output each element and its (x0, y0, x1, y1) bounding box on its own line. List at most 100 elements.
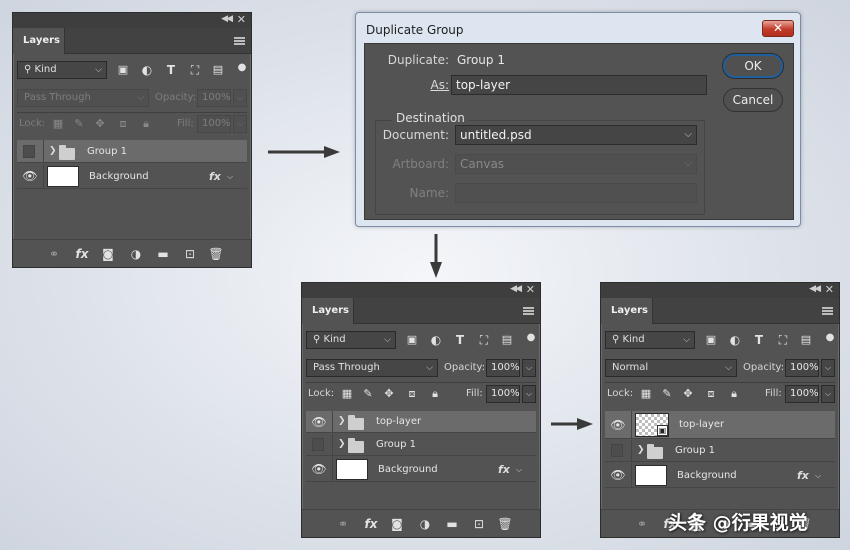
close-icon[interactable]: ✕ (526, 283, 535, 296)
link-icon[interactable]: ⚭ (45, 245, 63, 263)
type-filter-icon[interactable]: T (162, 61, 180, 79)
trash-icon[interactable]: 🗑︎ (496, 515, 514, 533)
layer-row[interactable]: 👁︎ ❯ top-layer (306, 411, 536, 433)
adjustment-filter-icon[interactable]: ◐ (138, 61, 156, 79)
lock-brush-icon[interactable]: ✎ (658, 385, 676, 403)
chevron-right-icon[interactable]: ❯ (637, 445, 645, 455)
lock-transparent-icon[interactable]: ▦ (49, 115, 67, 133)
layer-row[interactable]: ❯ Group 1 (306, 434, 536, 456)
shape-filter-icon[interactable]: ⛶ (186, 61, 204, 79)
image-filter-icon[interactable]: ▣ (702, 331, 720, 349)
type-filter-icon[interactable]: T (451, 331, 469, 349)
smart-object-filter-icon[interactable]: ▤ (498, 331, 516, 349)
eye-icon[interactable]: 👁︎ (609, 416, 627, 434)
ok-button[interactable]: OK (723, 54, 783, 78)
filter-toggle-icon[interactable]: ● (821, 329, 839, 347)
layer-row[interactable]: 👁︎ ▣ top-layer (605, 411, 835, 439)
opacity-dropdown[interactable]: ⌵ (821, 359, 835, 377)
chevron-down-icon[interactable]: ⌵ (227, 164, 233, 189)
fx-icon[interactable]: fx (362, 515, 380, 533)
fx-icon[interactable]: fx (498, 457, 510, 482)
chevron-right-icon[interactable]: ❯ (49, 146, 57, 156)
link-icon[interactable]: ⚭ (633, 515, 651, 533)
opacity-field[interactable]: 100% (486, 359, 520, 377)
lock-brush-icon[interactable]: ✎ (70, 115, 88, 133)
tab-layers[interactable]: Layers (601, 298, 653, 324)
panel-menu-icon[interactable] (523, 307, 534, 315)
visibility-toggle-off[interactable] (611, 444, 623, 457)
fx-icon[interactable]: fx (73, 245, 91, 263)
lock-move-icon[interactable]: ✥ (380, 385, 398, 403)
smart-object-filter-icon[interactable]: ▤ (797, 331, 815, 349)
cancel-button[interactable]: Cancel (723, 88, 783, 112)
filter-toggle-icon[interactable]: ● (233, 59, 251, 77)
collapse-icon[interactable]: ◀◀ (809, 284, 821, 294)
mask-icon[interactable]: ◙ (99, 245, 117, 263)
fill-field[interactable]: 100% (486, 385, 520, 403)
lock-all-icon[interactable]: 🔒︎ (725, 385, 743, 403)
lock-transparent-icon[interactable]: ▦ (338, 385, 356, 403)
layer-row[interactable]: 👁︎ Background fx ⌵ (306, 457, 536, 482)
close-button[interactable]: ✕ (762, 20, 794, 37)
collapse-icon[interactable]: ◀◀ (221, 14, 233, 24)
fill-field[interactable]: 100% (785, 385, 819, 403)
filter-kind-select[interactable]: ⚲ Kind ⌵ (17, 61, 107, 79)
opacity-field[interactable]: 100% (197, 89, 231, 107)
new-group-icon[interactable]: ▬ (443, 515, 461, 533)
chevron-down-icon[interactable]: ⌵ (516, 457, 522, 482)
collapse-icon[interactable]: ◀◀ (510, 284, 522, 294)
fill-dropdown[interactable]: ⌵ (522, 385, 536, 403)
eye-icon[interactable]: 👁︎ (310, 413, 328, 431)
layer-row[interactable]: 👁︎ Background fx ⌵ (605, 463, 835, 488)
lock-all-icon[interactable]: 🔒︎ (137, 115, 155, 133)
trash-icon[interactable]: 🗑︎ (207, 245, 225, 263)
as-input[interactable]: top-layer (451, 75, 707, 95)
image-filter-icon[interactable]: ▣ (114, 61, 132, 79)
adjustment-filter-icon[interactable]: ◐ (427, 331, 445, 349)
opacity-dropdown[interactable]: ⌵ (522, 359, 536, 377)
fx-icon[interactable]: fx (209, 164, 221, 189)
chevron-right-icon[interactable]: ❯ (338, 439, 346, 449)
panel-menu-icon[interactable] (822, 307, 833, 315)
adjustment-layer-icon[interactable]: ◑ (416, 515, 434, 533)
chevron-right-icon[interactable]: ❯ (338, 416, 346, 426)
new-group-icon[interactable]: ▬ (154, 245, 172, 263)
chevron-down-icon[interactable]: ⌵ (815, 463, 821, 488)
document-select[interactable]: untitled.psd ⌵ (455, 125, 697, 145)
fx-icon[interactable]: fx (797, 463, 809, 488)
opacity-field[interactable]: 100% (785, 359, 819, 377)
tab-layers[interactable]: Layers (302, 298, 354, 324)
eye-icon[interactable]: 👁︎ (609, 466, 627, 484)
name-input[interactable] (455, 183, 697, 203)
panel-menu-icon[interactable] (234, 37, 245, 45)
eye-icon[interactable]: 👁︎ (21, 167, 39, 185)
visibility-toggle-off[interactable] (23, 145, 35, 158)
lock-artboard-icon[interactable]: ⧈ (114, 115, 132, 133)
blend-mode-select[interactable]: Pass Through ⌵ (306, 359, 438, 377)
lock-all-icon[interactable]: 🔒︎ (426, 385, 444, 403)
adjustment-filter-icon[interactable]: ◐ (726, 331, 744, 349)
mask-icon[interactable]: ◙ (388, 515, 406, 533)
filter-toggle-icon[interactable]: ● (522, 329, 540, 347)
lock-brush-icon[interactable]: ✎ (359, 385, 377, 403)
shape-filter-icon[interactable]: ⛶ (475, 331, 493, 349)
lock-artboard-icon[interactable]: ⧈ (403, 385, 421, 403)
filter-kind-select[interactable]: ⚲ Kind ⌵ (605, 331, 695, 349)
filter-kind-select[interactable]: ⚲ Kind ⌵ (306, 331, 396, 349)
type-filter-icon[interactable]: T (750, 331, 768, 349)
close-icon[interactable]: ✕ (825, 283, 834, 296)
layer-row[interactable]: ❯ Group 1 (605, 440, 835, 462)
lock-move-icon[interactable]: ✥ (679, 385, 697, 403)
new-layer-icon[interactable]: ⊡ (470, 515, 488, 533)
visibility-toggle-off[interactable] (312, 438, 324, 451)
smart-object-filter-icon[interactable]: ▤ (209, 61, 227, 79)
fill-field[interactable]: 100% (197, 115, 231, 133)
opacity-dropdown[interactable]: ⌵ (233, 89, 247, 107)
shape-filter-icon[interactable]: ⛶ (774, 331, 792, 349)
lock-artboard-icon[interactable]: ⧈ (702, 385, 720, 403)
layer-row[interactable]: 👁︎ Background fx ⌵ (17, 164, 247, 189)
blend-mode-select[interactable]: Pass Through ⌵ (17, 89, 149, 107)
image-filter-icon[interactable]: ▣ (403, 331, 421, 349)
layer-row[interactable]: ❯ Group 1 (17, 140, 247, 163)
adjustment-layer-icon[interactable]: ◑ (127, 245, 145, 263)
